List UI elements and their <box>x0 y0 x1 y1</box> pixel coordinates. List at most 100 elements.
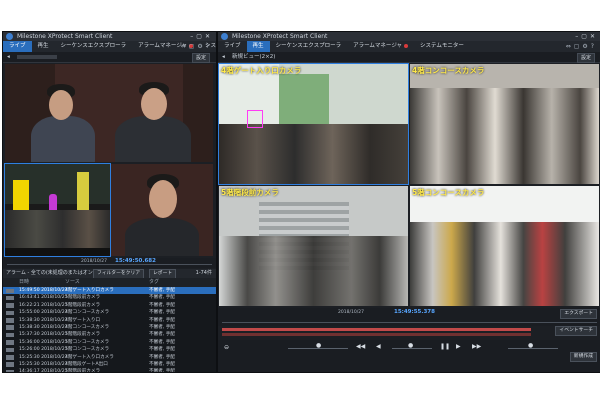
window-controls[interactable]: –▢✕ <box>575 32 598 41</box>
view-toolbar: ◂ 新規ビュー(2×2) 設定 <box>218 52 600 63</box>
alarm-tag: 不審者, 手配 <box>149 369 175 372</box>
alarm-source: 4階ゲート入り口カメラ <box>65 288 114 293</box>
camera-4f-concourse[interactable]: 4階コンコースカメラ <box>410 64 599 184</box>
alarm-tag: 不審者, 手配 <box>149 302 175 308</box>
col-source[interactable]: ソース <box>65 278 80 287</box>
add-button[interactable]: 新規作成 <box>569 352 597 362</box>
alarm-time: 15:37:30 2018/10/27 <box>19 332 68 338</box>
alarm-time: 15:49:50 2018/10/27 <box>19 288 68 293</box>
tab-playback[interactable]: 再生 <box>32 41 55 52</box>
alarm-row[interactable]: 15:49:50 2018/10/27 4階ゲート入り口カメラ 不審者, 手配 <box>3 287 216 295</box>
alarm-tag: 不審者, 手配 <box>149 332 175 338</box>
tab-sequence-explorer[interactable]: シーケンスエクスプローラ <box>55 41 133 52</box>
alarm-tag: 不審者, 手配 <box>149 295 175 301</box>
alarm-row[interactable]: 14:36:17 2018/10/27 5階階段前カメラ 不審者, 手配 <box>3 368 216 372</box>
alarm-row[interactable]: 15:26:00 2018/10/27 5階コンコースカメラ 不審者, 手配 <box>3 346 216 353</box>
recording-track[interactable] <box>222 328 531 331</box>
camera-thumbnail-icon <box>6 355 14 360</box>
col-tag[interactable]: タグ <box>149 278 159 287</box>
camera-view-face-closeup[interactable] <box>111 164 213 256</box>
camera-view-crowd[interactable] <box>4 163 111 257</box>
camera-5f-concourse[interactable]: 5階コンコースカメラ <box>410 186 599 306</box>
page-info: 1-74件 <box>195 270 212 276</box>
export-button[interactable]: エクスポート <box>560 309 597 319</box>
playback-time: 15:49:55.378 <box>394 309 435 315</box>
main-tabs: ライブ 再生 シーケンスエクスプローラ アラームマネージャ システムモニター ⇔… <box>218 41 600 52</box>
motion-track[interactable] <box>222 333 531 336</box>
zoom-out-icon[interactable]: ⊖ <box>224 344 229 351</box>
alarm-tag: 不審者, 手配 <box>149 317 175 323</box>
crowd <box>5 210 110 250</box>
alarm-time: 15:55:00 2018/10/27 <box>19 310 68 316</box>
camera-thumbnail-icon <box>6 362 14 367</box>
window-controls[interactable]: –▢✕ <box>190 32 213 41</box>
alarm-time: 15:25:30 2018/10/27 <box>19 361 68 367</box>
alarm-row[interactable]: 15:36:00 2018/10/27 5階コンコースカメラ 不審者, 手配 <box>3 339 216 346</box>
pause-icon[interactable]: ❚❚ <box>440 343 450 350</box>
camera-4f-gate[interactable]: 4階ゲート入り口カメラ <box>218 63 409 185</box>
event-search-button[interactable]: イベントサーチ <box>555 326 597 336</box>
view-name[interactable]: 新規ビュー(2×2) <box>232 52 275 62</box>
setup-button[interactable]: 設定 <box>576 53 595 63</box>
alarm-row[interactable]: 15:38:30 2018/10/27 4階コンコースカメラ 不審者, 手配 <box>3 324 216 331</box>
view-toggle-icon[interactable]: ◂ <box>222 52 225 62</box>
next-frame-icon[interactable]: ▶▶ <box>472 343 481 350</box>
alarm-row[interactable]: 16:43:41 2018/10/27 5階階段前カメラ 不審者, 手配 <box>3 294 216 301</box>
camera-thumbnail-icon <box>6 340 14 345</box>
slider-handle-icon[interactable]: ● <box>528 342 533 349</box>
alarm-row[interactable]: 16:22:21 2018/10/27 5階階段前カメラ 不審者, 手配 <box>3 302 216 309</box>
timeline-track[interactable] <box>222 322 597 323</box>
timeline-track[interactable] <box>7 264 212 265</box>
alarm-time: 15:25:30 2018/10/27 <box>19 354 68 360</box>
view-name-field[interactable] <box>17 55 57 59</box>
camera-thumbnail-icon <box>6 295 14 301</box>
title-bar: Milestone XProtect Smart Client –▢✕ <box>3 32 216 41</box>
toolbar-icons[interactable]: ⇔▢⚙? <box>181 41 212 52</box>
alert-dot-icon <box>404 43 409 48</box>
camera-5f-stairs[interactable]: 5階階段前カメラ <box>219 186 408 306</box>
alarm-tag: 不審者, 手配 <box>149 324 175 330</box>
camera-thumbnail-icon <box>6 369 14 372</box>
play-icon[interactable]: ▶ <box>456 343 461 350</box>
tab-playback[interactable]: 再生 <box>246 41 270 52</box>
toolbar-icons[interactable]: ⇔▢⚙? <box>566 41 597 52</box>
camera-view-faces[interactable] <box>5 64 213 162</box>
alarm-source: 4階ゲート入り口カメラ <box>65 354 114 360</box>
alarm-tag: 不審者, 手配 <box>149 354 175 360</box>
tab-alarm-manager[interactable]: アラームマネージャ <box>347 41 414 52</box>
previous-frame-icon[interactable]: ◀◀ <box>356 343 365 350</box>
col-time[interactable]: 日時 <box>19 278 29 287</box>
slider-handle-icon[interactable]: ● <box>408 342 413 349</box>
playback-date: 2018/10/27 <box>338 310 364 315</box>
alarm-source: 5階コンコースカメラ <box>65 339 110 345</box>
tab-system-monitor[interactable]: システムモニター <box>414 41 470 52</box>
alarm-row[interactable]: 15:55:00 2018/10/27 4階コンコースカメラ 不審者, 手配 <box>3 309 216 316</box>
alarm-row[interactable]: 15:38:30 2018/10/27 4階ゲート入り口 不審者, 手配 <box>3 317 216 324</box>
alarm-time: 15:26:00 2018/10/27 <box>19 347 68 353</box>
smart-client-window-left: Milestone XProtect Smart Client –▢✕ ライブ … <box>2 31 217 373</box>
camera-label: 4階コンコースカメラ <box>412 66 485 75</box>
setup-button[interactable]: 設定 <box>191 53 210 63</box>
reverse-play-icon[interactable]: ◀ <box>376 343 381 350</box>
alarm-tag: 不審者, 手配 <box>149 361 175 367</box>
title-bar: Milestone XProtect Smart Client –▢✕ <box>218 32 600 41</box>
alarm-row[interactable]: 15:25:30 2018/10/27 4階ゲート入り口カメラ 不審者, 手配 <box>3 354 216 361</box>
playback-timeline[interactable]: 2018/10/27 15:49:55.378 エクスポート <box>218 308 600 326</box>
tab-live[interactable]: ライブ <box>218 41 247 52</box>
alarm-row[interactable]: 15:25:30 2018/10/27 4階階段ゲートA出口 不審者, 手配 <box>3 361 216 368</box>
alarm-row[interactable]: 15:37:30 2018/10/27 5階階段前カメラ 不審者, 手配 <box>3 331 216 338</box>
tab-live[interactable]: ライブ <box>3 41 32 52</box>
alarm-time: 16:22:21 2018/10/27 <box>19 302 68 308</box>
tab-sequence-explorer[interactable]: シーケンスエクスプローラ <box>270 41 348 52</box>
playback-timeline[interactable]: 2018/10/27 15:49:50.682 <box>3 258 216 268</box>
alarm-source: 5階コンコースカメラ <box>65 347 110 353</box>
camera-thumbnail-icon <box>6 288 14 293</box>
milestone-logo-icon <box>6 33 13 40</box>
playback-controls: ⊖ ● ◀◀ ◀ ● ❚❚ ▶ ▶▶ ● 新規作成 <box>218 340 600 370</box>
playback-time: 15:49:50.682 <box>115 258 156 264</box>
slider-handle-icon[interactable]: ● <box>316 342 321 349</box>
alarm-source: 5階階段前カメラ <box>65 302 101 308</box>
view-toggle-icon[interactable]: ◂ <box>7 52 10 62</box>
alarm-tag: 不審者, 手配 <box>149 347 175 353</box>
camera-thumbnail-icon <box>6 347 14 353</box>
